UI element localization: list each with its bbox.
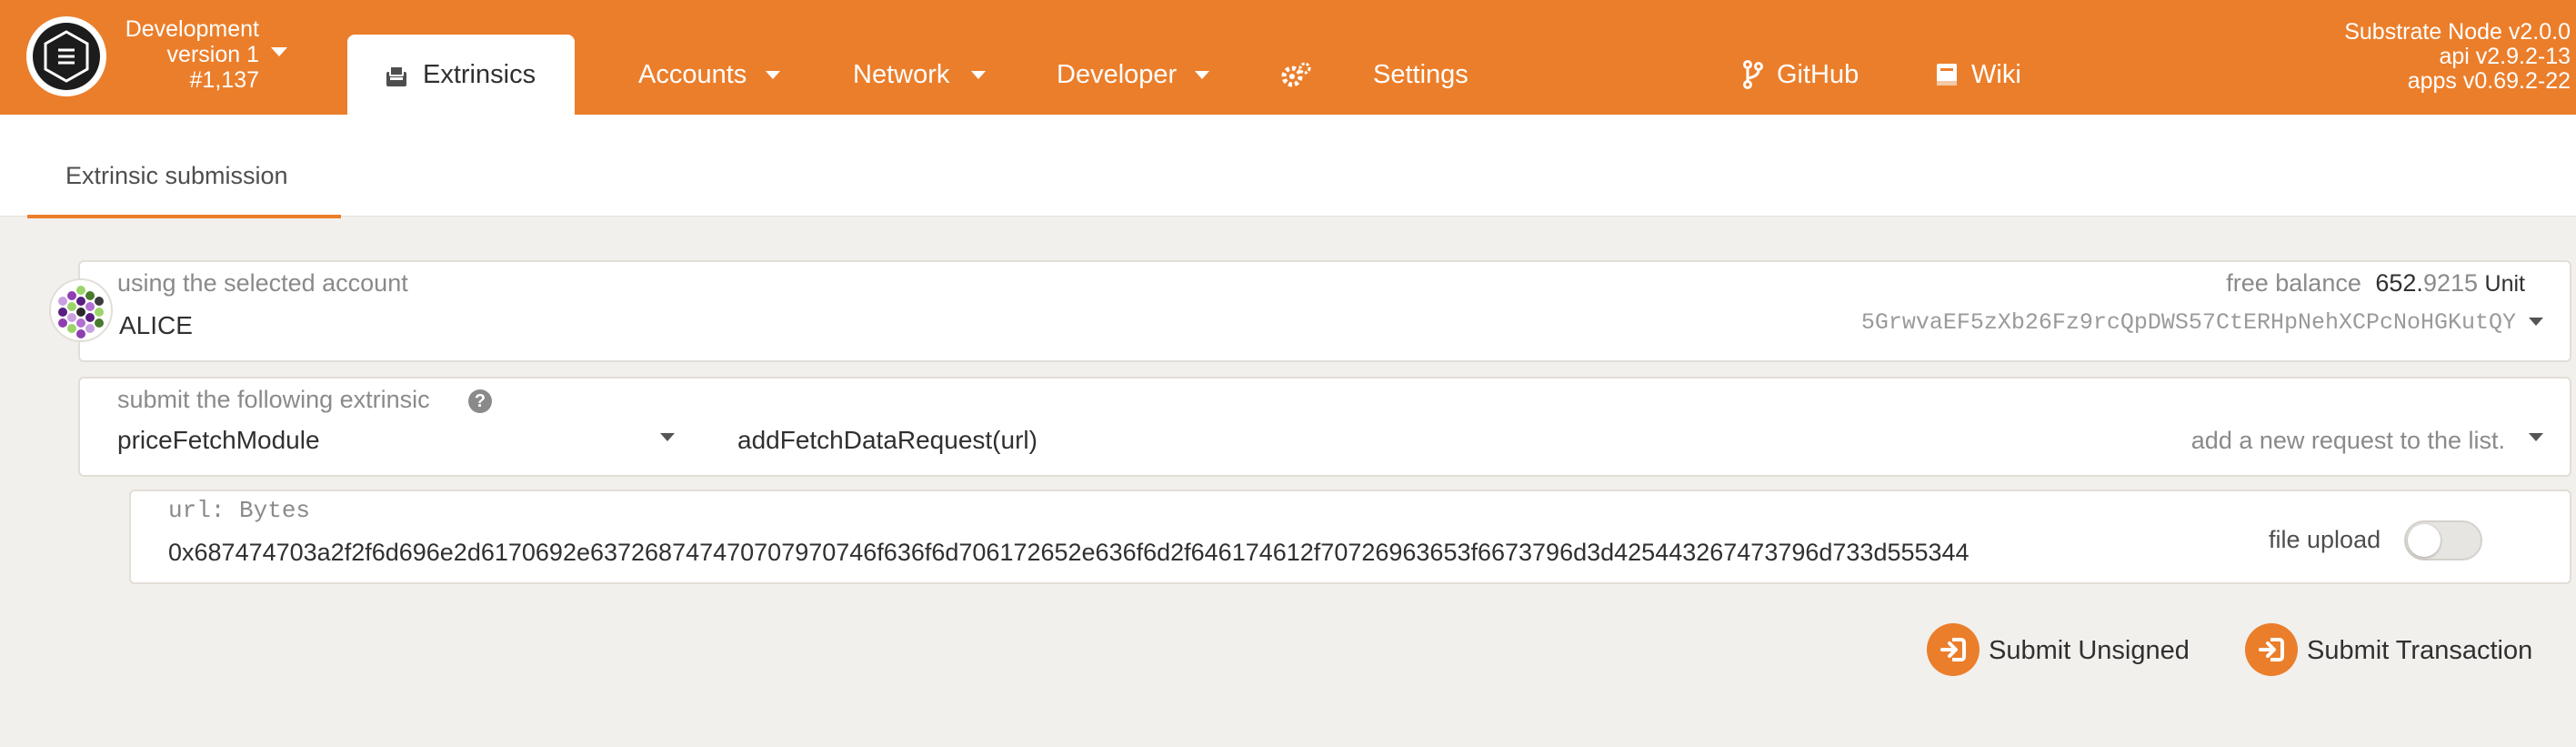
file-upload-label: file upload xyxy=(2269,526,2381,553)
chevron-down-icon[interactable] xyxy=(1195,71,1209,79)
tab-network[interactable]: Network xyxy=(853,60,949,90)
chain-selector[interactable]: Development version 1 #1,137 xyxy=(109,16,259,93)
top-navigation-bar: Development version 1 #1,137 Extrinsics … xyxy=(0,0,2576,115)
tab-extrinsics-label: Extrinsics xyxy=(423,60,536,89)
free-balance-unit: Unit xyxy=(2484,271,2525,297)
method-description: add a new request to the list. xyxy=(2190,427,2505,454)
account-identicon xyxy=(49,278,113,342)
tab-accounts[interactable]: Accounts xyxy=(638,60,747,90)
param-url-label: url: Bytes xyxy=(168,497,311,524)
help-icon[interactable]: ? xyxy=(468,389,492,413)
sign-in-icon xyxy=(2245,623,2298,676)
active-tab-indicator xyxy=(27,215,341,218)
submit-unsigned-label: Submit Unsigned xyxy=(1989,636,2190,665)
free-balance-label: free balance xyxy=(2226,269,2361,297)
sign-in-icon xyxy=(1927,623,1980,676)
chevron-down-icon xyxy=(2529,433,2543,441)
node-version: Substrate Node v2.0.0 xyxy=(2344,19,2571,45)
method-selected-value: addFetchDataRequest(url) xyxy=(737,426,1037,454)
chevron-down-icon[interactable] xyxy=(2529,318,2543,326)
toggle-knob xyxy=(2408,524,2441,557)
free-balance-integer: 652. xyxy=(2375,269,2423,297)
link-wiki[interactable]: Wiki xyxy=(1971,60,2021,90)
extrinsic-label: submit the following extrinsic xyxy=(117,386,430,413)
module-dropdown[interactable]: priceFetchModule xyxy=(91,420,691,462)
chevron-down-icon xyxy=(660,433,675,441)
submit-unsigned-button[interactable]: Submit Unsigned xyxy=(1927,623,2200,678)
tab-developer[interactable]: Developer xyxy=(1057,60,1177,90)
account-address: 5GrwvaEF5zXb26Fz9rcQpDWS57CtERHpNehXCPcN… xyxy=(1860,309,2516,336)
submit-transaction-label: Submit Transaction xyxy=(2307,636,2533,665)
block-number: #1,137 xyxy=(189,67,259,93)
tab-extrinsics[interactable]: Extrinsics xyxy=(347,35,575,115)
chain-name: Development xyxy=(125,16,259,42)
wiki-book-icon[interactable] xyxy=(1935,62,1959,87)
account-label: using the selected account xyxy=(117,269,408,297)
free-balance: free balance 652.9215 Unit xyxy=(2226,269,2525,298)
tab-settings[interactable]: Settings xyxy=(1373,60,1468,90)
apps-version: apps v0.69.2-22 xyxy=(2407,68,2571,94)
file-upload-toggle[interactable] xyxy=(2404,520,2482,560)
param-url-input[interactable]: 0x687474703a2f2f6d696e2d6170692e63726874… xyxy=(168,539,1970,567)
github-branch-icon[interactable] xyxy=(1742,60,1764,89)
node-version-info: Substrate Node v2.0.0 api v2.9.2-13 apps… xyxy=(2344,20,2571,94)
extrinsics-icon xyxy=(386,66,406,86)
account-name: ALICE xyxy=(119,311,193,339)
chevron-down-icon[interactable] xyxy=(271,47,287,56)
link-github[interactable]: GitHub xyxy=(1777,60,1859,90)
sub-tab-bar xyxy=(0,115,2576,217)
tab-extrinsic-submission[interactable]: Extrinsic submission xyxy=(27,162,341,190)
method-dropdown[interactable]: addFetchDataRequest(url) add a new reque… xyxy=(709,420,2546,462)
substrate-logo[interactable] xyxy=(26,16,106,96)
api-version: api v2.9.2-13 xyxy=(2439,44,2571,69)
chain-version: version 1 xyxy=(166,42,259,67)
free-balance-decimal: 9215 xyxy=(2422,269,2479,297)
chevron-down-icon[interactable] xyxy=(971,71,986,79)
tab-extrinsic-submission-label: Extrinsic submission xyxy=(65,162,288,189)
submit-transaction-button[interactable]: Submit Transaction xyxy=(2245,623,2545,678)
module-selected-value: priceFetchModule xyxy=(117,426,320,454)
settings-gear-icon[interactable] xyxy=(1280,60,1313,89)
param-url-panel xyxy=(129,490,2571,584)
chevron-down-icon[interactable] xyxy=(766,71,780,79)
